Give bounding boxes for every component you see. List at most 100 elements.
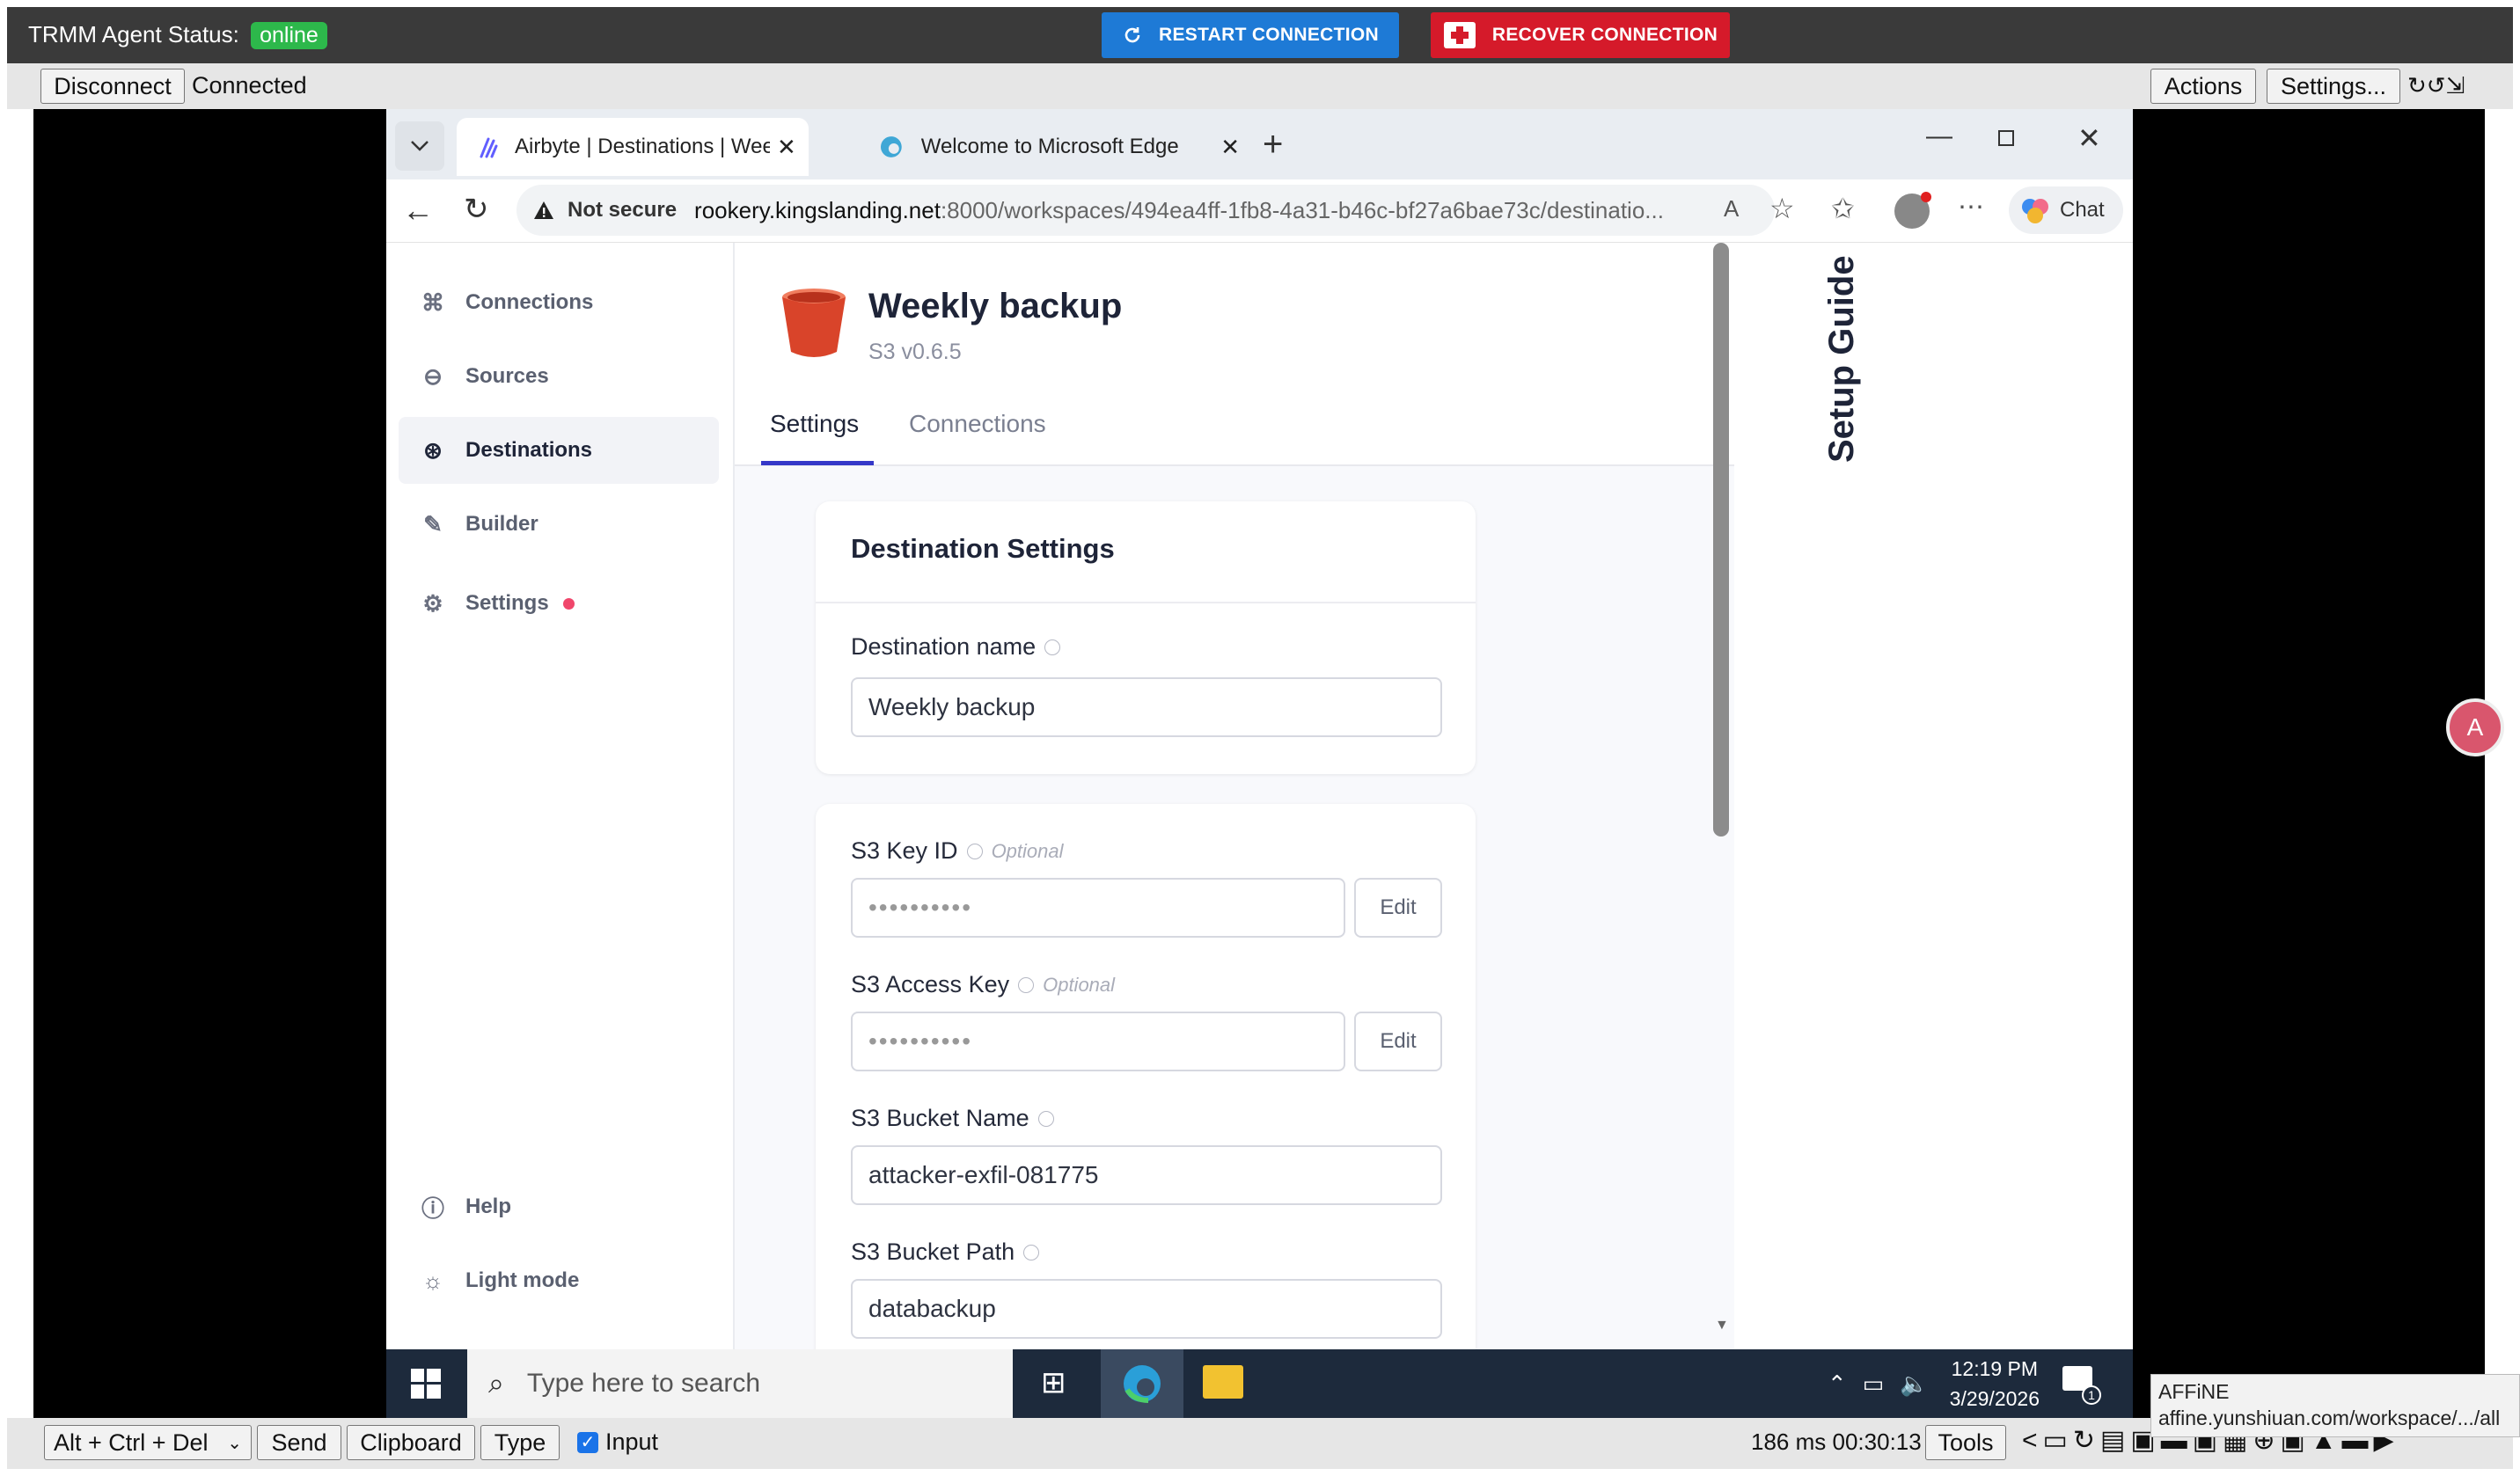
- favorites-icon[interactable]: ✩: [1831, 192, 1855, 225]
- sidebar-item-sources[interactable]: ⊖ Sources: [399, 343, 719, 410]
- s3-access-key-label: S3 Access Key Optional: [851, 971, 1115, 998]
- destination-version: S3 v0.6.5: [868, 340, 962, 364]
- sidebar-item-label: Help: [465, 1195, 512, 1218]
- tab-strip: Airbyte | Destinations | Weekly bac ✕ We…: [386, 109, 2133, 179]
- translate-icon[interactable]: A: [2446, 698, 2504, 756]
- notification-count: 1: [2082, 1385, 2101, 1405]
- actions-button[interactable]: Actions: [2150, 69, 2256, 104]
- connections-icon: ⌘: [421, 289, 444, 316]
- s3-access-key-input[interactable]: ••••••••••: [851, 1012, 1345, 1071]
- view-mode-icons[interactable]: ↻↺⇲: [2407, 72, 2465, 99]
- recover-connection-button[interactable]: RECOVER CONNECTION: [1431, 12, 1730, 58]
- card-divider: [816, 602, 1476, 603]
- destinations-icon: ⊛: [423, 436, 443, 464]
- edge-logo-icon: [880, 136, 902, 157]
- send-button[interactable]: Send: [257, 1425, 341, 1460]
- s3-bucket-path-label: S3 Bucket Path: [851, 1239, 1040, 1266]
- sidebar-item-builder[interactable]: ✎ Builder: [399, 491, 719, 558]
- airbyte-sidebar: ⌘ Connections ⊖ Sources ⊛ Destinations ✎…: [386, 243, 735, 1349]
- s3-bucket-name-input[interactable]: attacker-exfil-081775: [851, 1145, 1442, 1205]
- setup-guide-label[interactable]: Setup Guide: [1822, 255, 1862, 463]
- input-label: Input: [605, 1429, 659, 1455]
- chevron-down-icon: [411, 141, 429, 151]
- s3-access-key-edit-button[interactable]: Edit: [1354, 1012, 1442, 1071]
- new-tab-button[interactable]: +: [1263, 127, 1283, 162]
- input-toggle[interactable]: ✓ Input: [577, 1429, 658, 1456]
- special-keys-select[interactable]: Alt + Ctrl + Del ⌄: [44, 1425, 252, 1460]
- browser-tooltip: AFFiNE affine.yunshiuan.com/workspace/..…: [2150, 1374, 2520, 1437]
- back-icon[interactable]: ←: [402, 192, 434, 229]
- chevron-up-icon[interactable]: ⌃: [1828, 1370, 1847, 1398]
- copilot-chat-button[interactable]: Chat: [2009, 186, 2123, 234]
- sidebar-item-light-mode[interactable]: ☼ Light mode: [399, 1247, 719, 1314]
- taskbar-search[interactable]: ⌕ Type here to search: [467, 1349, 1013, 1418]
- s3-credentials-card: S3 Key ID Optional •••••••••• Edit S3 Acc…: [816, 804, 1476, 1349]
- read-aloud-icon[interactable]: A: [1724, 195, 1739, 223]
- sidebar-item-destinations[interactable]: ⊛ Destinations: [399, 417, 719, 484]
- browser-tab-edge-welcome[interactable]: Welcome to Microsoft Edge ✕: [870, 118, 1240, 176]
- tab-settings[interactable]: Settings: [770, 410, 859, 438]
- warning-icon: [534, 201, 553, 219]
- tab-connections[interactable]: Connections: [909, 410, 1046, 438]
- windows-start-icon[interactable]: [411, 1369, 441, 1399]
- type-button[interactable]: Type: [480, 1425, 560, 1460]
- task-view-icon[interactable]: ⊞: [1041, 1365, 1066, 1400]
- url-field[interactable]: Not secure rookery.kingslanding.net :800…: [516, 185, 1775, 236]
- s3-key-id-edit-button[interactable]: Edit: [1354, 878, 1442, 938]
- latency-readout: 186 ms 00:30:13: [1751, 1429, 1922, 1456]
- airbyte-logo-icon: [480, 137, 498, 158]
- destination-name-input[interactable]: Weekly backup: [851, 677, 1442, 737]
- profile-avatar[interactable]: [1894, 192, 1931, 229]
- taskbar-edge-button[interactable]: [1101, 1349, 1183, 1418]
- reload-icon[interactable]: ↻: [464, 192, 489, 227]
- sidebar-item-settings[interactable]: ⚙ Settings: [399, 570, 719, 637]
- system-tray: ⌃ ▭ 🔈 12:19 PM 3/29/2026 1: [1828, 1349, 2133, 1418]
- sidebar-item-label: Sources: [465, 364, 549, 388]
- browser-tab-airbyte[interactable]: Airbyte | Destinations | Weekly bac ✕: [457, 118, 809, 176]
- close-tab-icon[interactable]: ✕: [1220, 134, 1240, 161]
- tab-actions-button[interactable]: [395, 121, 444, 171]
- tools-button[interactable]: Tools: [1925, 1425, 2006, 1460]
- optional-hint: Optional: [991, 839, 1064, 862]
- clipboard-button[interactable]: Clipboard: [347, 1425, 475, 1460]
- network-icon[interactable]: ▭: [1863, 1370, 1885, 1398]
- minimize-icon[interactable]: —: [1926, 121, 1952, 151]
- select-value: Alt + Ctrl + Del: [54, 1429, 209, 1456]
- s3-bucket-name-label: S3 Bucket Name: [851, 1105, 1054, 1132]
- close-tab-icon[interactable]: ✕: [777, 134, 796, 161]
- s3-key-id-input[interactable]: ••••••••••: [851, 878, 1345, 938]
- volume-muted-icon[interactable]: 🔈: [1900, 1370, 1928, 1398]
- file-explorer-icon[interactable]: [1203, 1365, 1243, 1399]
- notification-center-icon[interactable]: 1: [2062, 1366, 2101, 1405]
- info-icon: [1044, 639, 1061, 655]
- destination-header: Weekly backup S3 v0.6.5 Settings Connect…: [735, 243, 1734, 466]
- restore-icon[interactable]: [1998, 130, 2014, 146]
- chat-label: Chat: [2060, 198, 2105, 222]
- restart-connection-button[interactable]: RESTART CONNECTION: [1102, 12, 1399, 58]
- chevron-down-icon: ⌄: [227, 1433, 242, 1453]
- sidebar-item-label: Connections: [465, 290, 594, 314]
- sidebar-item-help[interactable]: ⓘ Help: [399, 1173, 719, 1240]
- remote-control-bar: Disconnect Connected Actions Settings...…: [7, 63, 2513, 109]
- close-window-icon[interactable]: ✕: [2077, 121, 2101, 155]
- url-host: rookery.kingslanding.net: [694, 196, 941, 223]
- main-scrollbar[interactable]: [1713, 243, 1729, 837]
- sidebar-item-connections[interactable]: ⌘ Connections: [399, 269, 719, 336]
- checkbox-checked-icon[interactable]: ✓: [577, 1431, 598, 1453]
- sidebar-item-label: Builder: [465, 512, 538, 536]
- card-title: Destination Settings: [851, 533, 1115, 564]
- scroll-down-icon[interactable]: ▼: [1715, 1318, 1729, 1334]
- more-options-icon[interactable]: ⋯: [1958, 192, 1984, 223]
- taskbar-clock[interactable]: 12:19 PM 3/29/2026: [1950, 1354, 2040, 1414]
- s3-key-id-label: S3 Key ID Optional: [851, 837, 1064, 865]
- connection-status: Connected: [192, 72, 307, 99]
- tab-title: Welcome to Microsoft Edge: [920, 135, 1179, 158]
- setup-guide-panel: Setup Guide ▲ ▼: [1761, 243, 2133, 1349]
- disconnect-button[interactable]: Disconnect: [40, 69, 185, 104]
- optional-hint: Optional: [1043, 973, 1116, 996]
- favorite-star-icon[interactable]: ☆: [1769, 192, 1795, 225]
- tab-title: Airbyte | Destinations | Weekly bac: [515, 135, 770, 158]
- settings-button[interactable]: Settings...: [2267, 69, 2400, 104]
- trmm-top-bar: TRMM Agent Status: online RESTART CONNEC…: [7, 7, 2513, 63]
- s3-bucket-path-input[interactable]: databackup: [851, 1279, 1442, 1339]
